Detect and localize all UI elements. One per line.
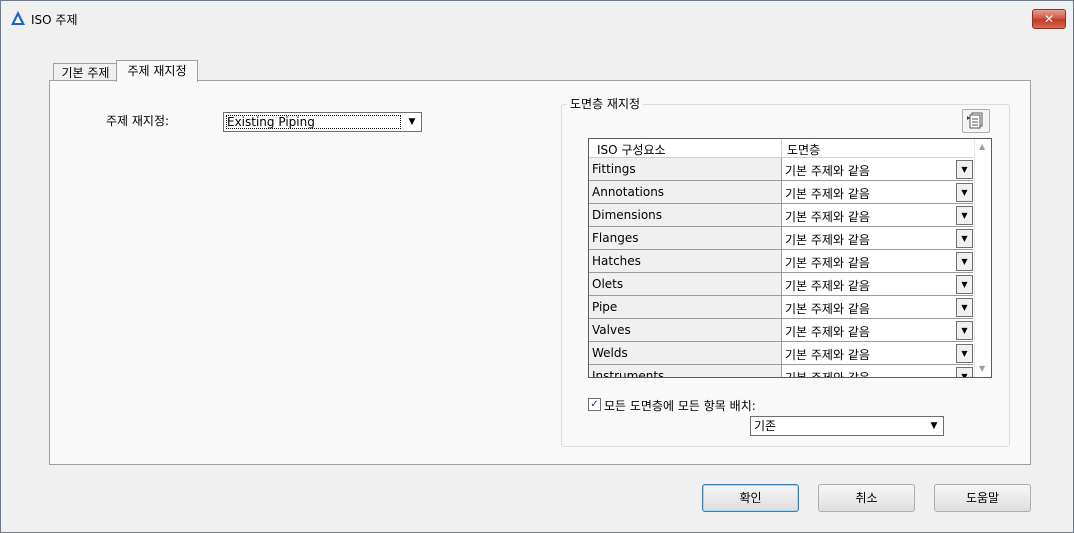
title-bar: ISO 주제 ✕ [1,1,1073,35]
tab-panel-theme-remap: 주제 재지정: Existing Piping ▼ 도면층 재지정 ISO 구성… [49,80,1031,465]
layer-value: 기본 주제와 같음 [785,279,870,293]
layer-value: 기본 주제와 같음 [785,256,870,270]
chevron-down-icon[interactable]: ▼ [956,344,973,363]
layer-remap-group-title: 도면층 재지정 [567,95,644,112]
app-logo-icon [11,11,25,25]
column-header-layer[interactable]: 도면층 [787,141,820,158]
help-button[interactable]: 도움말 [934,484,1031,512]
table-scrollbar[interactable]: ▲ ▼ [974,139,991,377]
table-row: Olets 기본 주제와 같음 ▼ [589,273,973,296]
layer-value: 기본 주제와 같음 [785,325,870,339]
chevron-down-icon[interactable]: ▼ [404,114,420,130]
component-name: Valves [592,323,631,337]
table-row: Instruments 기본 주제와 같음 ▼ [589,365,973,378]
chevron-down-icon[interactable]: ▼ [956,252,973,271]
table-row: Flanges 기본 주제와 같음 ▼ [589,227,973,250]
component-cell: Instruments [589,365,782,378]
place-all-checkbox[interactable]: ✓ [588,398,601,411]
component-cell: Fittings [589,158,782,180]
component-name: Olets [592,277,624,291]
chevron-down-icon[interactable]: ▼ [956,160,973,179]
cancel-button[interactable]: 취소 [818,484,915,512]
dialog-body: 기본 주제 주제 재지정 주제 재지정: Existing Piping ▼ 도… [9,35,1065,525]
component-name: Flanges [592,231,639,245]
place-all-layer-select[interactable]: 기존 ▼ [750,416,944,436]
theme-remap-select[interactable]: Existing Piping ▼ [223,112,422,132]
component-name: Instruments [592,369,665,378]
table-row: Fittings 기본 주제와 같음 ▼ [589,158,973,181]
layer-cell[interactable]: 기본 주제와 같음 ▼ [782,296,973,318]
close-button[interactable]: ✕ [1032,9,1066,29]
component-cell: Welds [589,342,782,364]
component-name: Welds [592,346,628,360]
chevron-down-icon[interactable]: ▼ [926,418,942,434]
place-all-layer-value: 기존 [754,419,777,433]
chevron-down-icon[interactable]: ▼ [956,298,973,317]
table-row: Annotations 기본 주제와 같음 ▼ [589,181,973,204]
table-header: ISO 구성요소 도면층 [589,139,973,158]
table-row: Pipe 기본 주제와 같음 ▼ [589,296,973,319]
tab-theme-remap[interactable]: 주제 재지정 [116,60,198,82]
component-cell: Pipe [589,296,782,318]
component-name: Fittings [592,162,636,176]
layer-cell[interactable]: 기본 주제와 같음 ▼ [782,181,973,203]
layer-cell[interactable]: 기본 주제와 같음 ▼ [782,204,973,226]
layer-value: 기본 주제와 같음 [785,302,870,316]
scroll-up-icon[interactable]: ▲ [979,142,985,151]
layer-value: 기본 주제와 같음 [785,210,870,224]
place-all-label[interactable]: 모든 도면층에 모든 항목 배치: [604,397,756,414]
layer-cell[interactable]: 기본 주제와 같음 ▼ [782,227,973,249]
component-cell: Valves [589,319,782,341]
layer-value: 기본 주제와 같음 [785,187,870,201]
column-separator [781,139,782,157]
chevron-down-icon[interactable]: ▼ [956,183,973,202]
layer-cell[interactable]: 기본 주제와 같음 ▼ [782,365,973,378]
layer-cell[interactable]: 기본 주제와 같음 ▼ [782,158,973,180]
chevron-down-icon[interactable]: ▼ [956,206,973,225]
column-header-component[interactable]: ISO 구성요소 [597,141,666,158]
chevron-down-icon[interactable]: ▼ [956,321,973,340]
layer-cell[interactable]: 기본 주제와 같음 ▼ [782,250,973,272]
component-cell: Hatches [589,250,782,272]
component-cell: Olets [589,273,782,295]
component-name: Dimensions [592,208,663,222]
component-cell: Dimensions [589,204,782,226]
layer-value: 기본 주제와 같음 [785,371,870,378]
component-name: Hatches [592,254,641,268]
chevron-down-icon[interactable]: ▼ [956,275,973,294]
table-row: Dimensions 기본 주제와 같음 ▼ [589,204,973,227]
theme-remap-label: 주제 재지정: [106,114,170,128]
layer-cell[interactable]: 기본 주제와 같음 ▼ [782,273,973,295]
ok-button[interactable]: 확인 [702,484,799,512]
component-cell: Annotations [589,181,782,203]
layer-cell[interactable]: 기본 주제와 같음 ▼ [782,319,973,341]
layer-properties-icon [967,112,983,129]
layer-remap-table: ISO 구성요소 도면층 Fittings 기본 주제와 같음 ▼ Annotat… [588,138,992,378]
layer-value: 기본 주제와 같음 [785,164,870,178]
layer-value: 기본 주제와 같음 [785,348,870,362]
layer-cell[interactable]: 기본 주제와 같음 ▼ [782,342,973,364]
window-title: ISO 주제 [31,13,78,27]
component-name: Annotations [592,185,665,199]
layer-value: 기본 주제와 같음 [785,233,870,247]
component-cell: Flanges [589,227,782,249]
theme-remap-value: Existing Piping [227,115,315,129]
scroll-down-icon[interactable]: ▼ [979,364,985,373]
table-row: Hatches 기본 주제와 같음 ▼ [589,250,973,273]
chevron-down-icon[interactable]: ▼ [956,229,973,248]
chevron-down-icon[interactable]: ▼ [956,367,973,377]
table-row: Welds 기본 주제와 같음 ▼ [589,342,973,365]
layer-properties-button[interactable] [962,109,990,133]
iso-theme-dialog: ISO 주제 ✕ 기본 주제 주제 재지정 주제 재지정: Existing P… [0,0,1074,533]
component-name: Pipe [592,300,618,314]
table-row: Valves 기본 주제와 같음 ▼ [589,319,973,342]
